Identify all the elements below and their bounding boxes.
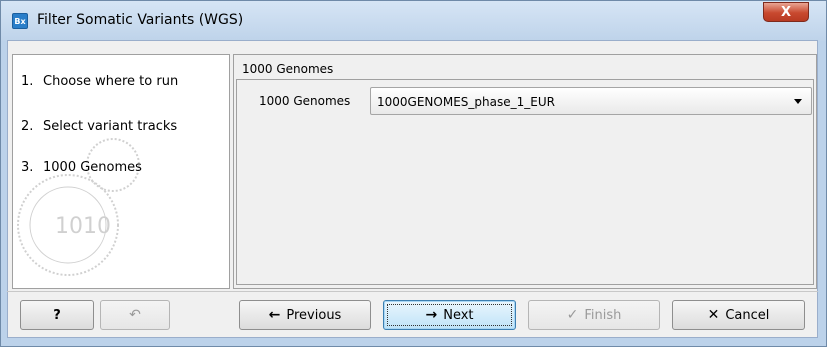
- checkmark-icon: ✓: [566, 307, 579, 323]
- genomes-select[interactable]: 1000GENOMES_phase_1_EUR: [370, 87, 812, 115]
- step-2: 2. Select variant tracks: [21, 119, 177, 134]
- watermark-logo-icon: 1010: [17, 138, 140, 276]
- window-title: Filter Somatic Variants (WGS): [37, 12, 244, 28]
- previous-button[interactable]: ← Previous: [239, 300, 371, 330]
- settings-panel: 1000 Genomes 1000 Genomes 1000GENOMES_ph…: [233, 54, 817, 289]
- next-button[interactable]: → Next: [383, 300, 516, 330]
- step-label: Choose where to run: [43, 74, 179, 89]
- step-label: Select variant tracks: [43, 119, 178, 134]
- genomes-field-label: 1000 Genomes: [259, 94, 351, 108]
- step-number: 1.: [21, 74, 34, 89]
- title-bar[interactable]: Bx Filter Somatic Variants (WGS) X: [1, 1, 826, 41]
- panel-header: 1000 Genomes: [242, 62, 334, 76]
- step-3-current: 3. 1000 Genomes: [21, 160, 142, 175]
- genomes-select-value: 1000GENOMES_phase_1_EUR: [377, 95, 555, 109]
- step-number: 3.: [21, 160, 34, 175]
- step-number: 2.: [21, 119, 34, 134]
- wizard-steps-panel: 1010 1. Choose where to run 2. Select vari…: [12, 54, 230, 289]
- finish-label: Finish: [584, 307, 622, 323]
- close-button[interactable]: X: [763, 2, 809, 22]
- svg-text:1010: 1010: [55, 214, 111, 239]
- close-x-icon: ✕: [707, 307, 720, 323]
- finish-button[interactable]: ✓ Finish: [528, 300, 660, 330]
- arrow-left-icon: ←: [268, 307, 281, 323]
- cancel-button[interactable]: ✕ Cancel: [672, 300, 805, 330]
- help-label: ?: [53, 307, 61, 323]
- help-button[interactable]: ?: [20, 300, 94, 330]
- reset-button[interactable]: ↶: [100, 300, 170, 330]
- step-1: 1. Choose where to run: [21, 74, 178, 89]
- focus-ring: [387, 304, 512, 326]
- button-separator: [7, 291, 818, 292]
- step-label: 1000 Genomes: [43, 160, 142, 175]
- panel-content: 1000 Genomes 1000GENOMES_phase_1_EUR: [236, 79, 814, 285]
- previous-label: Previous: [286, 307, 342, 323]
- cancel-label: Cancel: [725, 307, 770, 323]
- dropdown-arrow-icon[interactable]: [794, 99, 802, 104]
- app-icon: Bx: [12, 13, 28, 29]
- reset-icon: ↶: [129, 307, 141, 323]
